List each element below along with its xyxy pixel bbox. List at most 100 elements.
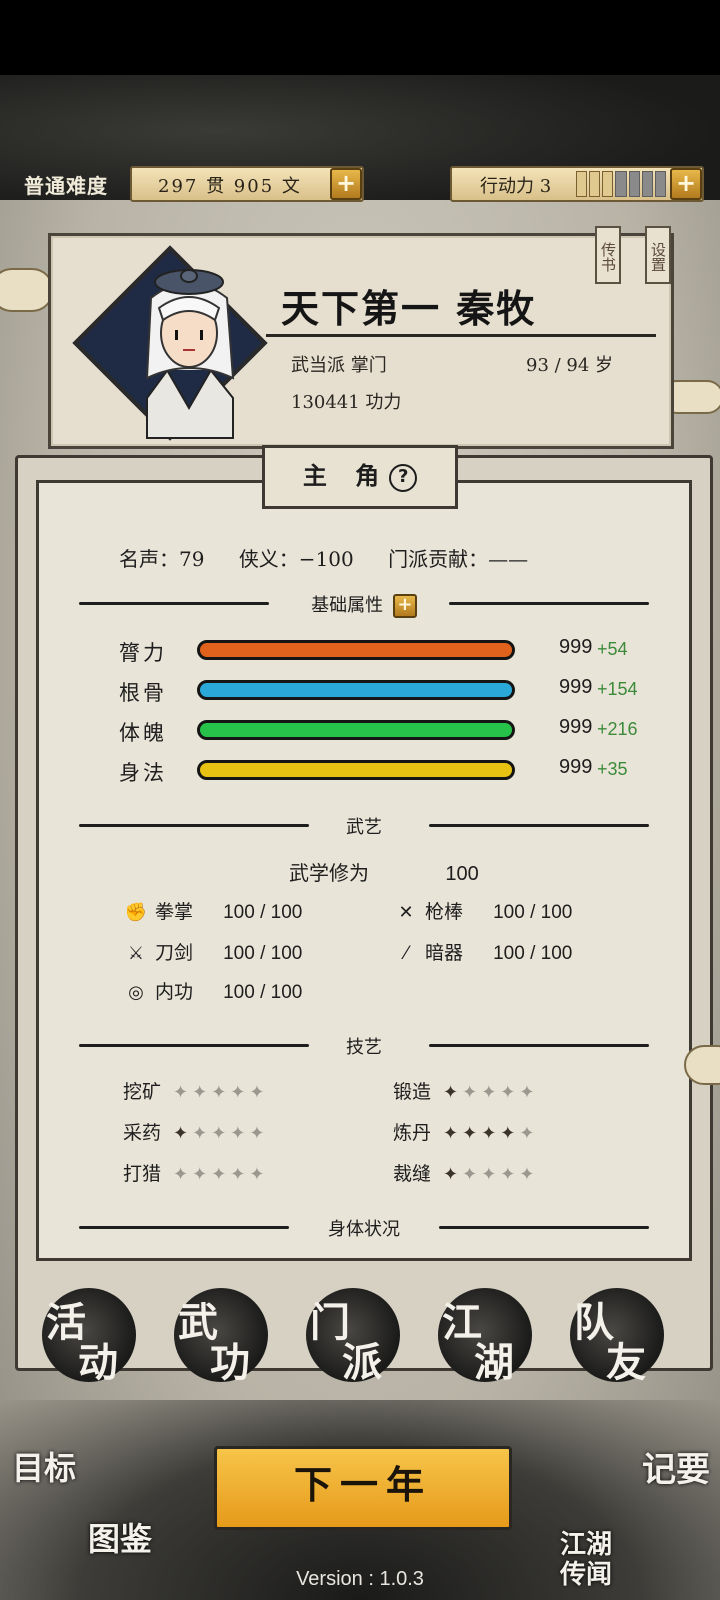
craft-label: 挖矿: [123, 1081, 162, 1103]
chivalry-stat: 侠义：−100: [238, 547, 354, 571]
letters-label: 传书: [599, 242, 617, 272]
character-details[interactable]: 名声：79 侠义：−100 门派贡献：—— 基础属性 + 膂力 999 +54 根骨 9…: [36, 480, 692, 1261]
difficulty-label: 普通难度: [24, 174, 108, 198]
qi-icon: ◎: [128, 982, 144, 1003]
settings-button[interactable]: 设置: [645, 226, 671, 284]
martial-cultivation-label: 武学修为: [289, 861, 369, 885]
skill-inner-power[interactable]: ◎ 内功 100 / 100: [123, 977, 302, 1007]
craft-row[interactable]: 挖矿 ✦✦✦✦✦: [123, 1077, 268, 1107]
section-body-title: 身体状况: [328, 1219, 400, 1240]
help-icon[interactable]: ?: [389, 463, 418, 492]
skill-value: 100 / 100: [493, 902, 573, 923]
atlas-button[interactable]: 图鉴: [88, 1520, 168, 1558]
craft-level-icons: ✦✦✦✦✦: [173, 1164, 269, 1185]
attribute-label: 体魄: [119, 721, 167, 745]
action-char-2: 功: [210, 1339, 250, 1386]
skill-value: 100 / 100: [223, 902, 303, 923]
craft-row[interactable]: 裁缝 ✦✦✦✦✦: [393, 1159, 538, 1189]
action-point-cell: [602, 171, 614, 197]
craft-label: 打猎: [123, 1163, 162, 1185]
skill-label: 刀剑: [155, 942, 194, 964]
action-point-cell: [628, 171, 640, 197]
martial-cultivation: 武学修为 100: [289, 857, 479, 886]
character-panel: 名声：79 侠义：−100 门派贡献：—— 基础属性 + 膂力 999 +54 根骨 9…: [15, 455, 713, 1371]
spear-icon: ✕: [398, 902, 414, 923]
next-year-label: 下一年: [293, 1462, 432, 1507]
skill-hidden-weapon[interactable]: ⁄ 暗器 100 / 100: [393, 938, 572, 968]
action-points-label: 行动力 3: [480, 176, 552, 197]
attribute-bar: [197, 760, 515, 780]
attribute-row[interactable]: 根骨 999 +154: [119, 675, 679, 707]
skill-label: 枪棒: [425, 901, 464, 923]
character-age: 93 / 94 岁: [526, 355, 614, 376]
attribute-bonus: +154: [597, 679, 638, 699]
skill-label: 拳掌: [155, 901, 194, 923]
action-button[interactable]: 队友: [570, 1288, 664, 1386]
skill-label: 暗器: [425, 942, 464, 964]
craft-row[interactable]: 打猎 ✦✦✦✦✦: [123, 1159, 268, 1189]
action-button[interactable]: 门派: [306, 1288, 400, 1386]
skill-spear[interactable]: ✕ 枪棒 100 / 100: [393, 897, 572, 927]
craft-level-icons: ✦✦✦✦✦: [173, 1123, 269, 1144]
sect-role: 武当派 掌门: [291, 355, 387, 376]
action-point-cell: [615, 171, 627, 197]
skill-sword[interactable]: ⚔ 刀剑 100 / 100: [123, 938, 302, 968]
notes-button[interactable]: 记要: [630, 1450, 710, 1490]
attribute-bonus: +216: [597, 719, 638, 739]
reputation-row: 名声：79 侠义：−100 门派贡献：——: [119, 543, 556, 572]
name-divider: [266, 334, 656, 337]
add-attribute-button[interactable]: +: [392, 594, 417, 618]
action-button[interactable]: 武功: [174, 1288, 268, 1386]
tab-protagonist: 主 角?: [262, 445, 458, 509]
section-crafts: 技艺: [79, 1033, 649, 1058]
avatar[interactable]: [129, 258, 249, 458]
notes-label: 记要: [642, 1450, 710, 1490]
attribute-label: 膂力: [119, 641, 167, 665]
settings-label: 设置: [649, 242, 667, 272]
action-button[interactable]: 江湖: [438, 1288, 532, 1386]
tab-title-label: 主 角: [302, 461, 390, 490]
sword-icon: ⚔: [127, 943, 145, 964]
skill-value: 100 / 100: [223, 943, 303, 964]
attribute-bar: [197, 720, 515, 740]
craft-row[interactable]: 锻造 ✦✦✦✦✦: [393, 1077, 538, 1107]
top-bar: 普通难度 297 贯 905 文 + 行动力 3 +: [0, 160, 720, 208]
fist-icon: ✊: [124, 902, 148, 923]
action-button[interactable]: 活动: [42, 1288, 136, 1386]
craft-label: 采药: [123, 1122, 162, 1144]
craft-level-icons: ✦✦✦✦✦: [443, 1123, 539, 1144]
section-crafts-title: 技艺: [346, 1037, 382, 1058]
fame-stat: 名声：79: [119, 547, 205, 571]
next-year-button[interactable]: 下一年: [214, 1446, 512, 1530]
attribute-row[interactable]: 身法 999 +35: [119, 755, 679, 787]
add-action-points-button[interactable]: +: [670, 168, 702, 200]
skill-fist[interactable]: ✊ 拳掌 100 / 100: [123, 897, 303, 927]
craft-row[interactable]: 采药 ✦✦✦✦✦: [123, 1118, 268, 1148]
action-point-cell: [589, 171, 601, 197]
attribute-row[interactable]: 膂力 999 +54: [119, 635, 679, 667]
craft-row[interactable]: 炼丹 ✦✦✦✦✦: [393, 1118, 538, 1148]
character-name: 天下第一 秦牧: [281, 286, 537, 331]
cloud-ornament-mid: [684, 1045, 720, 1085]
craft-label: 裁缝: [393, 1163, 432, 1185]
attribute-label: 根骨: [119, 681, 167, 705]
craft-level-icons: ✦✦✦✦✦: [173, 1082, 269, 1103]
section-martial: 武艺: [79, 813, 649, 838]
martial-cultivation-value: 100: [445, 863, 479, 885]
add-money-button[interactable]: +: [330, 168, 362, 200]
goal-button[interactable]: 目标: [12, 1448, 82, 1488]
attribute-bonus: +54: [597, 639, 628, 659]
skill-label: 内功: [155, 981, 194, 1003]
attribute-bar: [197, 640, 515, 660]
attribute-row[interactable]: 体魄 999 +216: [119, 715, 679, 747]
attribute-value: 999: [559, 676, 593, 698]
attribute-value: 999: [559, 636, 593, 658]
character-power: 130441 功力: [291, 392, 402, 413]
attribute-bonus: +35: [597, 759, 628, 779]
letters-button[interactable]: 传书: [595, 226, 621, 284]
contribution-stat: 门派贡献：——: [388, 547, 529, 571]
action-char-2: 派: [342, 1339, 382, 1386]
section-basic-title: 基础属性: [311, 595, 384, 616]
action-char-2: 湖: [474, 1339, 514, 1386]
craft-label: 炼丹: [393, 1122, 432, 1144]
